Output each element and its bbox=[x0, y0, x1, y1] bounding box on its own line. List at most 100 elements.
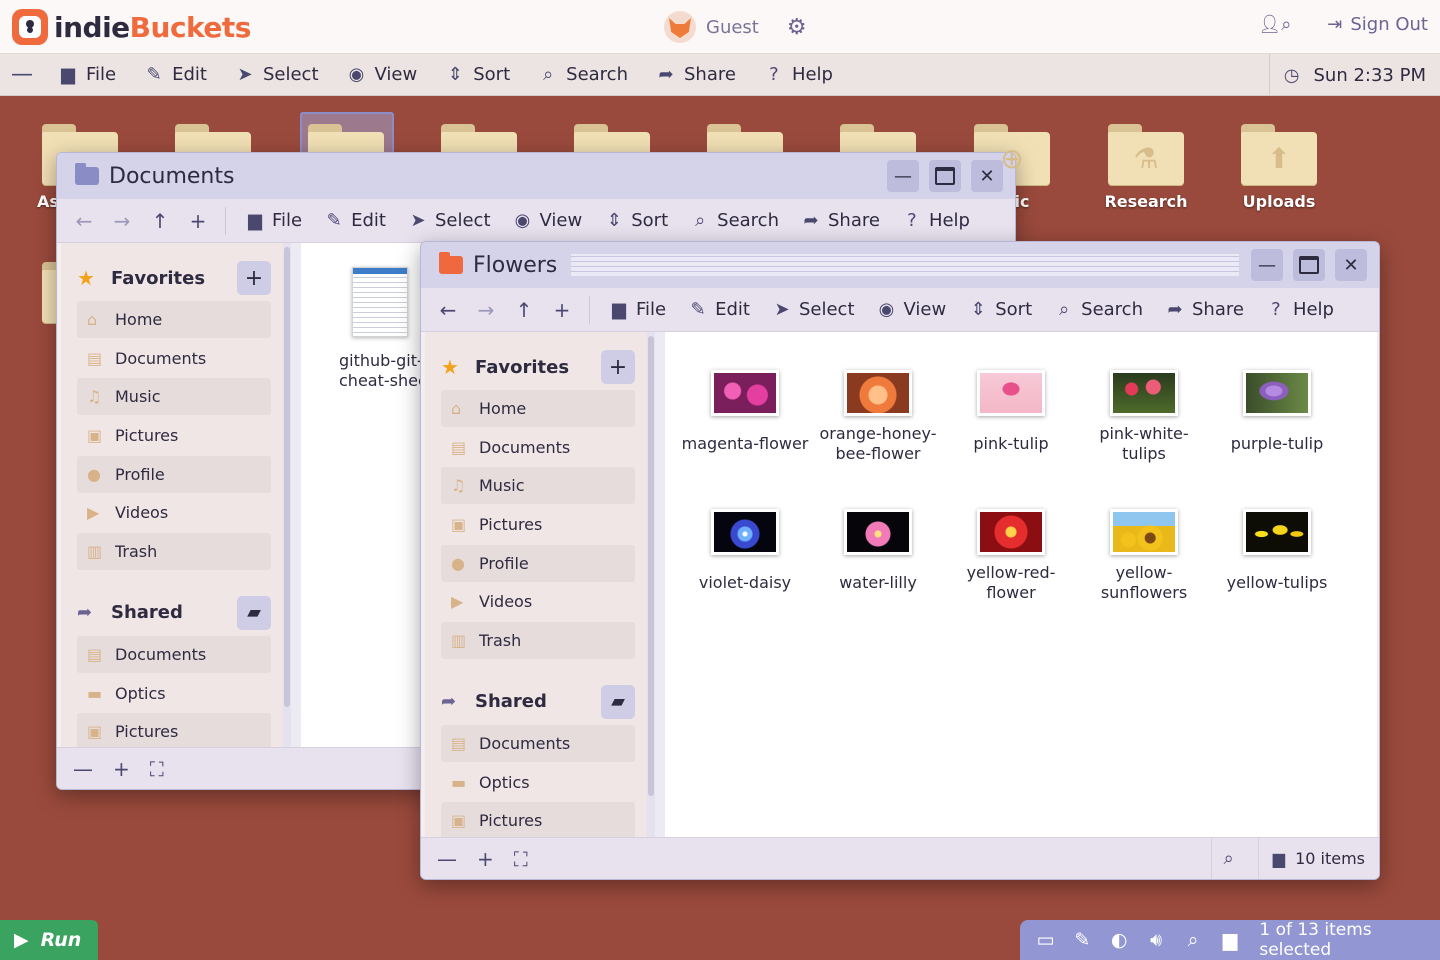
back-arrow-icon[interactable]: ← bbox=[65, 209, 103, 233]
toolbar-view[interactable]: ◉ View bbox=[502, 210, 594, 231]
menu-share[interactable]: ➦ Share bbox=[642, 54, 750, 95]
up-arrow-icon[interactable]: ↑ bbox=[141, 209, 179, 233]
sidebar-item-shared-pictures[interactable]: ▣ Pictures bbox=[441, 802, 635, 837]
toolbar-share[interactable]: ➦ Share bbox=[790, 210, 891, 231]
maximize-button[interactable] bbox=[929, 160, 961, 192]
sidebar-item-shared-documents[interactable]: ▤ Documents bbox=[441, 724, 635, 762]
zoom-in-icon[interactable]: + bbox=[477, 847, 494, 871]
fullscreen-icon[interactable]: ⛶ bbox=[150, 757, 164, 781]
toolbar-sort[interactable]: ⇕ Sort bbox=[593, 210, 679, 231]
sidebar-item-optics[interactable]: ▬ Optics bbox=[441, 764, 635, 801]
toolbar-share[interactable]: ➦ Share bbox=[1154, 299, 1255, 320]
toolbar-search[interactable]: ⌕ Search bbox=[679, 210, 790, 231]
new-plus-icon[interactable]: + bbox=[543, 298, 581, 322]
sidebar-item-documents[interactable]: ▤ Documents bbox=[77, 340, 271, 377]
toolbar-file[interactable]: ▆ File bbox=[234, 210, 313, 231]
file-item[interactable]: orange-honey-bee-flower bbox=[813, 370, 943, 464]
sidebar-item-shared-documents[interactable]: ▤ Documents bbox=[77, 635, 271, 673]
desktop-folder-research[interactable]: ⚗ Research bbox=[1091, 124, 1201, 211]
file-item[interactable]: yellow-sunflowers bbox=[1079, 509, 1209, 603]
zoom-in-icon[interactable]: + bbox=[113, 757, 130, 781]
toolbar-select[interactable]: ➤ Select bbox=[397, 210, 502, 231]
fullscreen-icon[interactable]: ⛶ bbox=[514, 847, 528, 871]
contrast-icon[interactable]: ◐ bbox=[1108, 929, 1131, 951]
file-item[interactable]: yellow-tulips bbox=[1212, 509, 1342, 593]
sidebar-item-profile[interactable]: ● Profile bbox=[77, 455, 271, 493]
run-button[interactable]: ▶ Run bbox=[0, 920, 98, 960]
maximize-button[interactable] bbox=[1293, 249, 1325, 281]
menu-sort[interactable]: ⇕ Sort bbox=[431, 54, 524, 95]
zoom-out-icon[interactable]: — bbox=[437, 847, 457, 871]
minimize-button[interactable]: — bbox=[1251, 249, 1283, 281]
user-menu[interactable]: Guest ⚙ bbox=[664, 11, 807, 43]
menu-file[interactable]: ▆ File bbox=[44, 54, 130, 95]
close-button[interactable]: ✕ bbox=[1335, 249, 1367, 281]
sunflowers-thumbnail bbox=[1110, 509, 1178, 555]
open-shared-folder-button[interactable]: ▰ bbox=[601, 684, 635, 719]
toolbar-edit[interactable]: ✎ Edit bbox=[313, 210, 397, 231]
sidebar-item-videos[interactable]: ▶ Videos bbox=[77, 494, 271, 531]
sidebar-item-trash[interactable]: ▥ Trash bbox=[77, 533, 271, 571]
file-item[interactable]: water-lilly bbox=[813, 509, 943, 593]
minimize-button[interactable]: — bbox=[887, 160, 919, 192]
file-item[interactable]: purple-tulip bbox=[1212, 370, 1342, 454]
add-favorite-button[interactable]: + bbox=[237, 261, 271, 295]
gear-icon[interactable]: ⚙ bbox=[787, 15, 807, 40]
menu-view[interactable]: ◉ View bbox=[333, 54, 432, 95]
file-item[interactable]: magenta-flower bbox=[680, 370, 810, 454]
user-search-icon[interactable]: 👤︎⌕ bbox=[1258, 14, 1291, 35]
zoom-icon[interactable]: ⌕ bbox=[1182, 929, 1205, 951]
sidebar-item-videos[interactable]: ▶ Videos bbox=[441, 583, 635, 620]
toolbar-file[interactable]: ▆ File bbox=[598, 299, 677, 320]
menu-help[interactable]: ? Help bbox=[750, 54, 847, 95]
sidebar-item-home[interactable]: ⌂ Home bbox=[77, 301, 271, 338]
collapse-icon[interactable]: — bbox=[0, 62, 44, 87]
paintbrush-icon[interactable]: ✎ bbox=[1071, 929, 1094, 951]
file-item[interactable]: yellow-red-flower bbox=[946, 509, 1076, 603]
sidebar-item-music[interactable]: ♫ Music bbox=[441, 467, 635, 505]
window-title-bar[interactable]: Flowers — ✕ bbox=[421, 242, 1379, 288]
clock[interactable]: ◷ Sun 2:33 PM bbox=[1268, 54, 1426, 96]
sidebar-item-documents[interactable]: ▤ Documents bbox=[441, 429, 635, 466]
sidebar-scrollbar[interactable] bbox=[647, 332, 655, 837]
back-arrow-icon[interactable]: ← bbox=[429, 298, 467, 322]
open-shared-folder-button[interactable]: ▰ bbox=[237, 595, 271, 630]
sidebar-item-shared-pictures[interactable]: ▣ Pictures bbox=[77, 713, 271, 747]
desktop-folder-uploads[interactable]: ⬆ Uploads bbox=[1224, 124, 1334, 211]
toolbar-help[interactable]: ? Help bbox=[891, 210, 981, 231]
forward-arrow-icon[interactable]: → bbox=[103, 209, 141, 233]
sidebar-item-trash[interactable]: ▥ Trash bbox=[441, 622, 635, 660]
window-title-bar[interactable]: Documents — ✕ bbox=[57, 153, 1015, 199]
toolbar-view[interactable]: ◉ View bbox=[866, 299, 958, 320]
up-arrow-icon[interactable]: ↑ bbox=[505, 298, 543, 322]
sidebar-item-pictures[interactable]: ▣ Pictures bbox=[77, 417, 271, 454]
file-item[interactable]: violet-daisy bbox=[680, 509, 810, 593]
flowers-window[interactable]: Flowers — ✕ ← → ↑ + ▆ File ✎ Edit ➤ Select … bbox=[420, 241, 1380, 880]
volume-icon[interactable]: 🔊︎ bbox=[1145, 929, 1168, 951]
zoom-out-icon[interactable]: — bbox=[73, 757, 93, 781]
sign-out-button[interactable]: ⇥ Sign Out bbox=[1327, 14, 1428, 35]
sidebar-item-optics[interactable]: ▬ Optics bbox=[77, 675, 271, 712]
app-logo[interactable]: indieBuckets bbox=[12, 9, 251, 45]
forward-arrow-icon[interactable]: → bbox=[467, 298, 505, 322]
sidebar-item-pictures[interactable]: ▣ Pictures bbox=[441, 506, 635, 543]
file-item[interactable]: pink-white-tulips bbox=[1079, 370, 1209, 464]
sidebar-item-music[interactable]: ♫ Music bbox=[77, 378, 271, 416]
menu-edit[interactable]: ✎ Edit bbox=[130, 54, 221, 95]
monitor-icon[interactable]: ▭ bbox=[1034, 929, 1057, 951]
add-favorite-button[interactable]: + bbox=[601, 350, 635, 384]
toolbar-edit[interactable]: ✎ Edit bbox=[677, 299, 761, 320]
toolbar-help[interactable]: ? Help bbox=[1255, 299, 1345, 320]
zoom-icon[interactable]: ⌕ bbox=[1224, 848, 1234, 869]
menu-search[interactable]: ⌕ Search bbox=[524, 54, 642, 95]
drag-grip[interactable] bbox=[571, 254, 1239, 276]
new-plus-icon[interactable]: + bbox=[179, 209, 217, 233]
sidebar-item-profile[interactable]: ● Profile bbox=[441, 544, 635, 582]
sidebar-scrollbar[interactable] bbox=[283, 243, 291, 747]
menu-select[interactable]: ➤ Select bbox=[221, 54, 333, 95]
sidebar-item-home[interactable]: ⌂ Home bbox=[441, 390, 635, 427]
toolbar-search[interactable]: ⌕ Search bbox=[1043, 299, 1154, 320]
toolbar-select[interactable]: ➤ Select bbox=[761, 299, 866, 320]
toolbar-sort[interactable]: ⇕ Sort bbox=[957, 299, 1043, 320]
file-item[interactable]: pink-tulip bbox=[946, 370, 1076, 454]
